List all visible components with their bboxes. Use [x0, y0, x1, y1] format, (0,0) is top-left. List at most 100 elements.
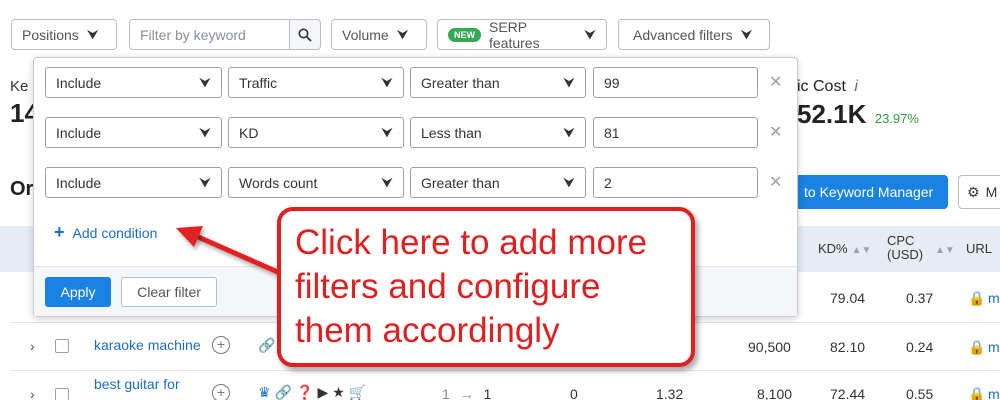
chevron-down-icon: ⮟	[740, 26, 753, 42]
clear-filter-button[interactable]: Clear filter	[121, 277, 217, 307]
manage-columns-button[interactable]: ⚙ M	[958, 175, 1000, 209]
row1-url[interactable]: m	[988, 290, 1000, 306]
chevron-down-icon: ⮟	[584, 26, 596, 42]
keyword-placeholder: Filter by keyword	[140, 26, 246, 43]
condition-2-value-input[interactable]: 81	[593, 117, 758, 148]
arrow-right-icon: →	[459, 386, 474, 400]
column-cpc[interactable]: CPC (USD)	[887, 234, 923, 262]
chevron-down-icon: ⮟	[396, 26, 409, 42]
search-icon	[298, 28, 312, 42]
link-icon: 🔗	[258, 337, 276, 353]
row2-url[interactable]: m	[988, 339, 1000, 355]
advanced-filters-label: Advanced filters	[633, 26, 733, 43]
condition-3-mode: Include	[56, 174, 102, 191]
chevron-down-icon: ⮟	[199, 124, 211, 140]
traffic-cost-change: 23.97%	[874, 111, 919, 126]
remove-condition-3-icon[interactable]: ✕	[769, 172, 782, 192]
link-icon: 🔗	[274, 384, 296, 400]
callout-line-3: them accordingly	[295, 311, 560, 350]
chevron-down-icon: ⮟	[563, 124, 575, 140]
row3-diff: 0	[570, 386, 578, 400]
lock-icon: 🔒	[968, 386, 986, 400]
traffic-cost-value: 52.1K	[797, 99, 867, 129]
condition-2-operator-select[interactable]: Less than ⮟	[410, 117, 586, 148]
add-keyword-icon[interactable]: +	[212, 384, 230, 400]
row3-cpc: 0.55	[906, 386, 934, 400]
condition-1-value: 99	[604, 74, 620, 91]
condition-3-operator-select[interactable]: Greater than ⮟	[410, 167, 586, 198]
condition-1-value-input[interactable]: 99	[593, 67, 758, 98]
condition-1-field-select[interactable]: Traffic ⮟	[228, 67, 404, 98]
row1-kd: 79.04	[830, 290, 866, 306]
serp-features-dropdown[interactable]: NEW SERP features ⮟	[437, 18, 607, 51]
lock-icon: 🔒	[968, 339, 986, 355]
condition-3-operator: Greater than	[421, 174, 500, 191]
chevron-down-icon: ⮟	[563, 74, 575, 90]
condition-3-value: 2	[604, 174, 612, 191]
add-keyword-icon[interactable]: +	[212, 336, 230, 354]
add-condition-button[interactable]: + Add condition	[54, 222, 157, 243]
traffic-cost-value-group: 52.1K 23.97%	[797, 99, 919, 130]
remove-condition-2-icon[interactable]: ✕	[769, 122, 782, 142]
volume-label: Volume	[342, 26, 389, 43]
row3-volume: 8,100	[757, 386, 793, 400]
chevron-down-icon: ⮟	[199, 174, 211, 190]
row3-pos-from: 1	[442, 386, 450, 400]
positions-dropdown[interactable]: Positions ⮟	[11, 19, 117, 50]
serp-features-label: SERP features	[489, 18, 540, 51]
condition-1-mode: Include	[56, 74, 102, 91]
condition-1-operator-select[interactable]: Greater than ⮟	[410, 67, 586, 98]
plus-icon: +	[54, 222, 65, 242]
volume-dropdown[interactable]: Volume ⮟	[331, 19, 427, 50]
row3-keyword[interactable]: best guitar for	[94, 376, 180, 392]
column-url[interactable]: URL	[966, 241, 992, 256]
new-badge: NEW	[448, 27, 481, 42]
traffic-cost-label: ic Cost i	[797, 78, 858, 96]
condition-2-value: 81	[604, 124, 620, 141]
condition-2-field: KD	[239, 124, 259, 141]
row3-url[interactable]: m	[988, 386, 1000, 400]
condition-3-field: Words count	[239, 174, 318, 191]
column-cpc-label: CPC	[887, 233, 915, 248]
sort-icon[interactable]: ▲▼	[931, 241, 955, 256]
keyword-filter-input[interactable]: Filter by keyword	[129, 19, 289, 50]
row-checkbox[interactable]	[55, 388, 69, 400]
keyword-manager-label: to Keyword Manager	[804, 184, 934, 200]
condition-2-field-select[interactable]: KD ⮟	[228, 117, 404, 148]
expand-row-icon[interactable]: ›	[30, 338, 35, 354]
column-kd[interactable]: KD% ▲▼	[818, 241, 871, 256]
chevron-down-icon: ⮟	[381, 74, 393, 90]
row2-kd: 82.10	[830, 339, 866, 355]
crown-icon: ♛	[258, 384, 275, 400]
keyword-manager-button[interactable]: to Keyword Manager	[790, 175, 948, 209]
row2-cpc: 0.24	[906, 339, 934, 355]
expand-row-icon[interactable]: ›	[30, 386, 35, 400]
advanced-filters-dropdown[interactable]: Advanced filters ⮟	[618, 19, 770, 50]
row2-keyword[interactable]: karaoke machine	[94, 337, 201, 353]
keyword-search-button[interactable]	[289, 19, 321, 50]
condition-3-field-select[interactable]: Words count ⮟	[228, 167, 404, 198]
keywords-label-fragment: Ke	[10, 78, 29, 95]
lock-icon: 🔒	[968, 290, 986, 306]
organic-heading-fragment: Or	[10, 178, 34, 200]
condition-1-mode-select[interactable]: Include ⮟	[45, 67, 222, 98]
condition-3-mode-select[interactable]: Include ⮟	[45, 167, 222, 198]
row2-volume: 90,500	[748, 339, 791, 355]
chevron-down-icon: ⮟	[86, 26, 99, 42]
row1-cpc: 0.37	[906, 290, 934, 306]
star-icon: ★	[332, 384, 349, 400]
serp-feature-icons: ♛🔗❓▶★🛒	[258, 384, 370, 400]
chevron-down-icon: ⮟	[199, 74, 211, 90]
condition-3-value-input[interactable]: 2	[593, 167, 758, 198]
apply-button[interactable]: Apply	[45, 277, 111, 307]
chevron-down-icon: ⮟	[563, 174, 575, 190]
row-divider	[10, 370, 1000, 371]
row-checkbox[interactable]	[55, 339, 69, 353]
condition-1-operator: Greater than	[421, 74, 500, 91]
column-cpc-unit: (USD)	[887, 247, 924, 262]
condition-1-field: Traffic	[239, 74, 278, 91]
remove-condition-1-icon[interactable]: ✕	[769, 72, 782, 92]
gear-icon: ⚙	[967, 183, 980, 200]
condition-2-mode-select[interactable]: Include ⮟	[45, 117, 222, 148]
info-icon[interactable]: i	[854, 78, 858, 95]
